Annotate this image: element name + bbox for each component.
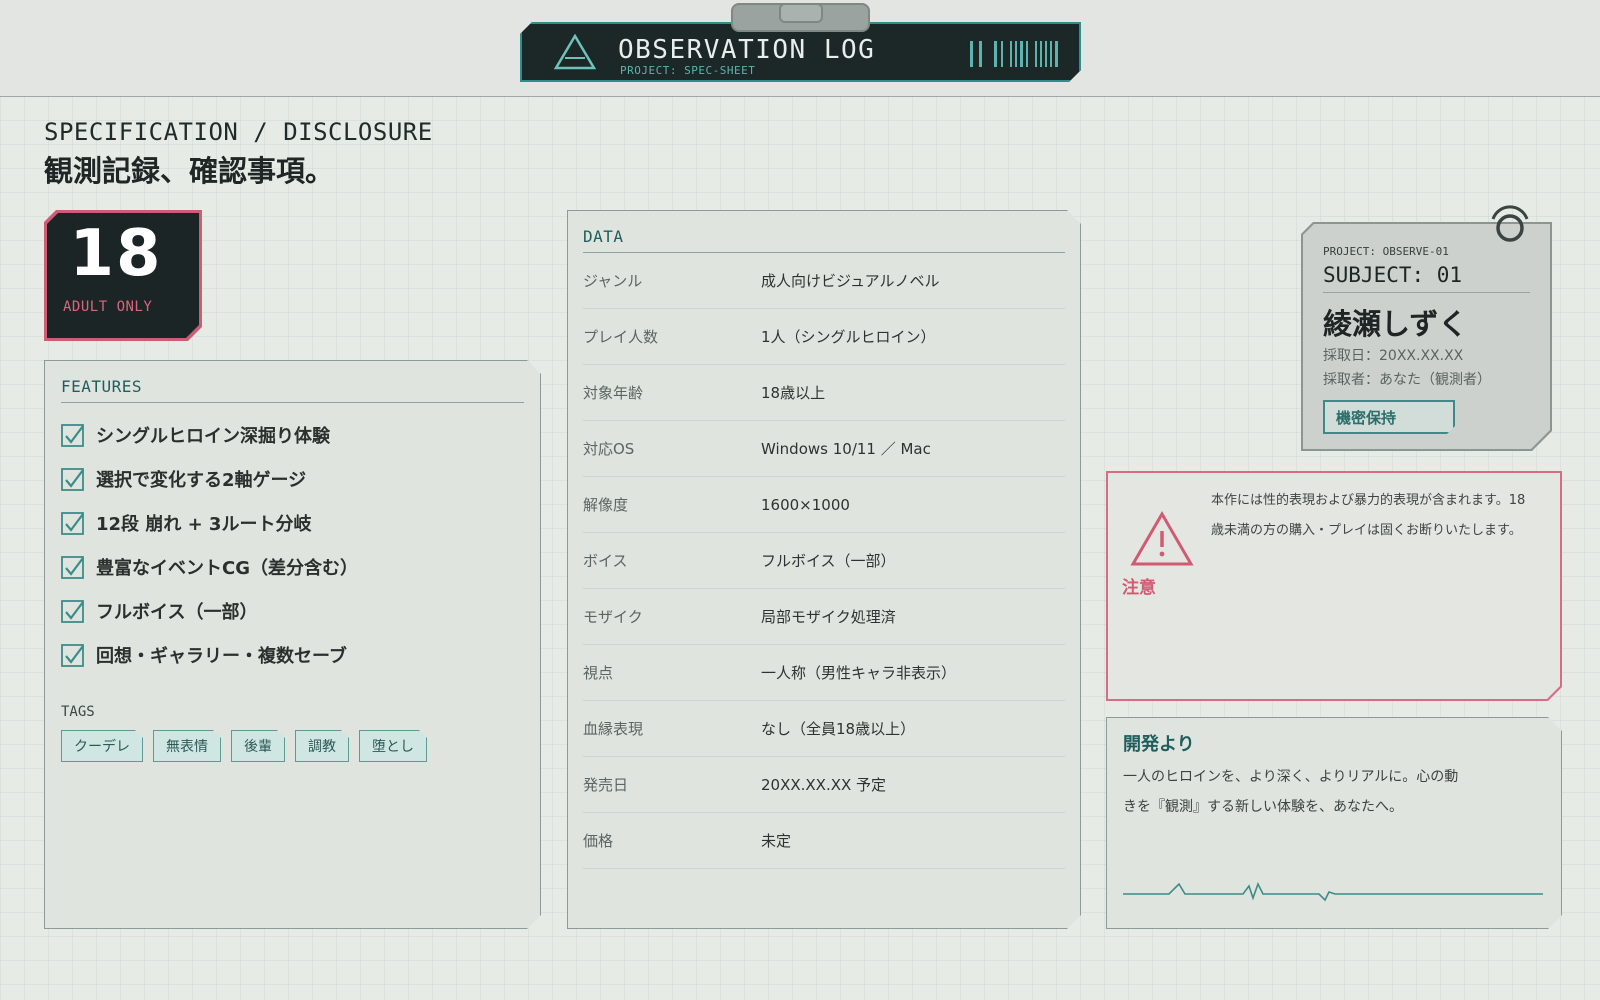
subject-date: 採取日：20XX.XX.XX <box>1323 348 1464 364</box>
subject-id: SUBJECT: 01 <box>1323 263 1530 293</box>
page-title: 観測記録、確認事項。 <box>44 154 335 188</box>
warning-panel: 注意 本作には性的表現および暴力的表現が含まれます。18歳未満の方の購入・プレイ… <box>1106 471 1562 701</box>
feature-label: 豊富なイベントCG（差分含む） <box>96 558 358 579</box>
features-panel: FEATURES シングルヒロイン深掘り体験 選択で変化する2軸ゲージ 12段 … <box>44 360 541 929</box>
data-key: ボイス <box>583 552 628 570</box>
confidential-badge: 機密保持 <box>1323 400 1455 434</box>
checkbox-checked-icon <box>61 599 85 623</box>
data-value: 局部モザイク処理済 <box>761 608 896 626</box>
data-value: なし（全員18歳以上） <box>761 720 916 738</box>
data-key: プレイ人数 <box>583 328 659 346</box>
heartbeat-line-icon <box>1123 880 1543 904</box>
feature-item: 回想・ギャラリー・複数セーブ <box>61 633 524 677</box>
warning-text: 本作には性的表現および暴力的表現が含まれます。18歳未満の方の購入・プレイは固く… <box>1211 493 1526 538</box>
feature-item: 豊富なイベントCG（差分含む） <box>61 545 524 589</box>
data-row: プレイ人数 1人（シングルヒロイン） <box>583 309 1065 365</box>
feature-item: 選択で変化する2軸ゲージ <box>61 457 524 501</box>
feature-list: シングルヒロイン深掘り体験 選択で変化する2軸ゲージ 12段 崩れ + 3ルート… <box>61 413 524 677</box>
checkbox-checked-icon <box>61 467 85 491</box>
data-row: モザイク 局部モザイク処理済 <box>583 589 1065 645</box>
top-bar: OBSERVATION LOG PROJECT: SPEC-SHEET <box>0 0 1600 97</box>
data-row: ボイス フルボイス（一部） <box>583 533 1065 589</box>
data-row: ジャンル 成人向けビジュアルノベル <box>583 253 1065 309</box>
ring-clip-icon <box>1491 205 1529 242</box>
rating-label: ADULT ONLY <box>63 299 153 315</box>
data-value: 成人向けビジュアルノベル <box>761 272 940 290</box>
tag-kuudere[interactable]: クーデレ <box>61 730 143 762</box>
rating-badge: 18 ADULT ONLY <box>44 210 202 341</box>
checkbox-checked-icon <box>61 423 85 447</box>
checkbox-checked-icon <box>61 555 85 579</box>
dev-message-panel: 開発より 一人のヒロインを、より深く、よりリアルに。心の動きを『観測』する新しい… <box>1106 717 1562 929</box>
data-key: 血縁表現 <box>583 720 644 738</box>
data-key: モザイク <box>583 608 643 626</box>
feature-item: シングルヒロイン深掘り体験 <box>61 413 524 457</box>
subject-card: PROJECT: OBSERVE-01 SUBJECT: 01 綾瀬しずく 採取… <box>1301 222 1552 451</box>
data-key: 解像度 <box>583 496 629 514</box>
feature-label: 12段 崩れ + 3ルート分岐 <box>96 514 312 535</box>
data-panel: DATA ジャンル 成人向けビジュアルノベル プレイ人数 1人（シングルヒロイン） … <box>567 210 1081 929</box>
feature-label: 回想・ギャラリー・複数セーブ <box>96 646 347 667</box>
warning-icon <box>1130 511 1194 567</box>
data-row: 対応OS Windows 10/11 ／ Mac <box>583 421 1065 477</box>
data-row: 解像度 1600×1000 <box>583 477 1065 533</box>
data-heading: DATA <box>583 227 1065 253</box>
log-subtitle: PROJECT: SPEC-SHEET <box>620 64 756 77</box>
log-title: OBSERVATION LOG <box>618 35 876 65</box>
data-key: 発売日 <box>583 776 629 794</box>
tag-list: クーデレ 無表情 後輩 調教 堕とし <box>61 730 524 762</box>
data-row: 価格 未定 <box>583 813 1065 869</box>
dev-message-heading: 開発より <box>1123 734 1195 755</box>
data-key: ジャンル <box>583 272 643 290</box>
rating-number: 18 <box>69 217 163 291</box>
data-row: 発売日 20XX.XX.XX 予定 <box>583 757 1065 813</box>
data-value: 未定 <box>761 832 792 850</box>
tags-heading: TAGS <box>61 704 95 720</box>
data-row: 視点 一人称（男性キャラ非表示） <box>583 645 1065 701</box>
data-value: 20XX.XX.XX 予定 <box>761 776 887 794</box>
data-value: フルボイス（一部） <box>761 552 896 570</box>
data-value: 1600×1000 <box>761 495 850 514</box>
feature-item: フルボイス（一部） <box>61 589 524 633</box>
clipboard-clip <box>731 3 870 32</box>
data-value: Windows 10/11 ／ Mac <box>761 440 931 458</box>
dev-message-text: 一人のヒロインを、より深く、よりリアルに。心の動きを『観測』する新しい体験を、あ… <box>1123 769 1459 815</box>
subject-collector: 採取者：あなた（観測者） <box>1323 372 1491 388</box>
spec-label: SPECIFICATION / DISCLOSURE <box>44 118 433 146</box>
barcode-icon <box>970 41 1060 67</box>
subject-name: 綾瀬しずく <box>1323 307 1468 341</box>
data-key: 対象年齢 <box>583 384 644 402</box>
data-row: 血縁表現 なし（全員18歳以上） <box>583 701 1065 757</box>
data-key: 価格 <box>583 832 614 850</box>
data-value: 18歳以上 <box>761 384 826 402</box>
feature-label: シングルヒロイン深掘り体験 <box>96 426 330 447</box>
tag-corruption[interactable]: 堕とし <box>359 730 427 762</box>
data-value: 1人（シングルヒロイン） <box>761 328 936 346</box>
tag-kouhai[interactable]: 後輩 <box>231 730 285 762</box>
feature-item: 12段 崩れ + 3ルート分岐 <box>61 501 524 545</box>
tag-expressionless[interactable]: 無表情 <box>153 730 221 762</box>
data-row: 対象年齢 18歳以上 <box>583 365 1065 421</box>
feature-label: フルボイス（一部） <box>96 602 258 623</box>
subject-project: PROJECT: OBSERVE-01 <box>1323 245 1449 258</box>
features-heading: FEATURES <box>61 377 524 403</box>
checkbox-checked-icon <box>61 643 85 667</box>
data-value: 一人称（男性キャラ非表示） <box>761 664 957 682</box>
checkbox-checked-icon <box>61 511 85 535</box>
tag-training[interactable]: 調教 <box>295 730 349 762</box>
data-key: 対応OS <box>583 440 635 458</box>
feature-label: 選択で変化する2軸ゲージ <box>96 470 307 491</box>
data-key: 視点 <box>583 664 614 682</box>
triangle-icon <box>554 34 596 70</box>
warning-label: 注意 <box>1122 578 1156 598</box>
